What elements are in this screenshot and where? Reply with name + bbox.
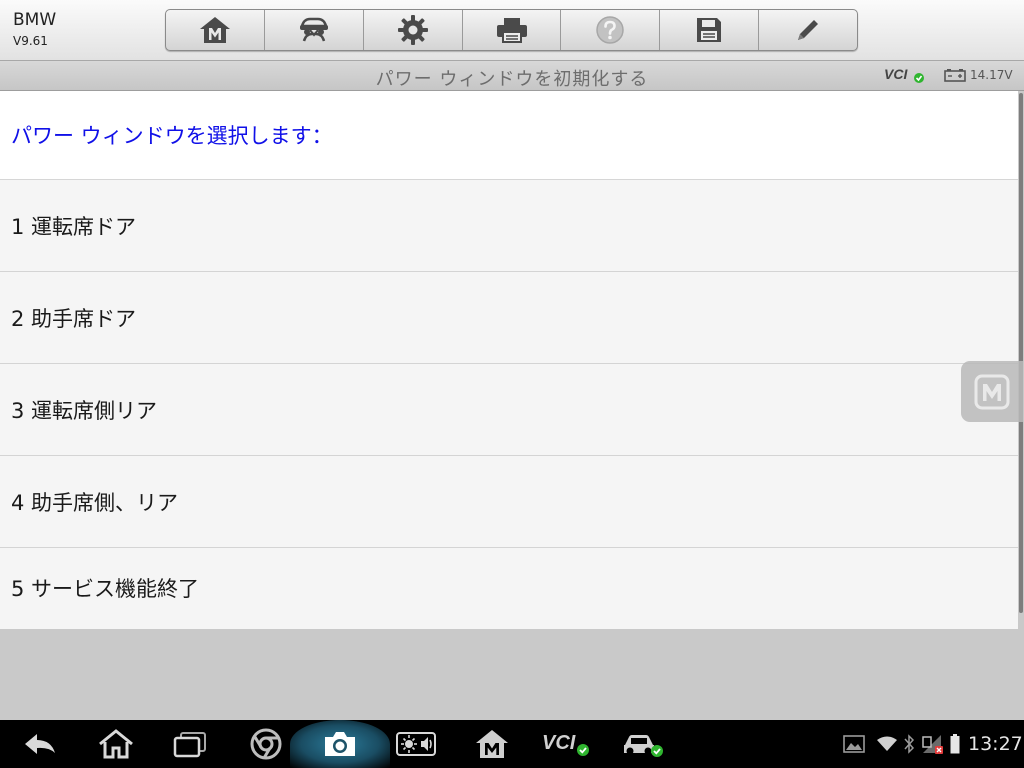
gallery-notification (842, 720, 866, 768)
recent-apps-button[interactable] (168, 720, 212, 768)
wifi-icon (877, 736, 897, 751)
bluetooth-icon (904, 734, 915, 754)
settings-button[interactable] (364, 10, 463, 50)
camera-icon (325, 732, 355, 756)
vci-connected-icon: VCI (884, 66, 924, 83)
app-header: BMW V9.61 (0, 0, 1024, 61)
vehicle-swap-icon (299, 17, 328, 42)
brand-block: BMW V9.61 (13, 10, 56, 49)
home-m-icon (199, 17, 230, 43)
brightness-volume-icon (396, 732, 436, 756)
list-item-passenger-door[interactable]: 2 助手席ドア (0, 272, 1018, 364)
save-icon (697, 18, 722, 42)
battery-level (948, 720, 962, 768)
signal-status (920, 720, 946, 768)
list-item-exit-service[interactable]: 5 サービス機能終了 (0, 548, 1018, 628)
page-title: パワー ウィンドウを初期化する (375, 69, 649, 90)
no-signal-icon (922, 735, 943, 754)
app-version: V9.61 (13, 34, 48, 48)
vci-status: VCI (884, 66, 926, 88)
status-clock: 13:27 (968, 733, 1023, 755)
maxisys-home-button[interactable] (470, 720, 514, 768)
vehicle-status-button[interactable] (620, 720, 666, 768)
selection-list: パワー ウィンドウを選択します： 1 運転席ドア 2 助手席ドア 3 運転席側リ… (0, 91, 1018, 629)
scrollbar[interactable] (1019, 93, 1023, 613)
car-connected-icon (624, 735, 663, 757)
gear-icon (397, 15, 428, 45)
list-item-driver-door[interactable]: 1 運転席ドア (0, 180, 1018, 272)
maxisys-m-icon (476, 730, 508, 758)
vci-manager-button[interactable]: VCI (538, 720, 594, 768)
vci-manager-icon: VCI (542, 732, 589, 756)
pencil-icon (798, 20, 819, 40)
help-icon (596, 16, 625, 44)
image-icon (843, 735, 865, 753)
floating-home-button[interactable] (961, 361, 1023, 422)
browser-button[interactable] (244, 720, 288, 768)
print-button[interactable] (463, 10, 562, 50)
home-button[interactable] (166, 10, 265, 50)
wifi-status (876, 720, 898, 768)
main-toolbar (165, 9, 858, 51)
printer-icon (496, 18, 527, 43)
brand-name: BMW (13, 10, 57, 30)
back-icon (25, 734, 55, 754)
back-button[interactable] (18, 720, 62, 768)
list-item-passenger-rear[interactable]: 4 助手席側、リア (0, 456, 1018, 548)
car-battery-icon (944, 69, 966, 82)
bluetooth-status (902, 720, 916, 768)
battery-status: 14.17V (944, 68, 1013, 82)
help-button[interactable] (561, 10, 661, 50)
nav-vci-label: VCI (542, 732, 576, 754)
home-icon (99, 729, 133, 759)
list-item-driver-rear[interactable]: 3 運転席側リア (0, 364, 1018, 456)
function-title-bar: パワー ウィンドウを初期化する VCI 14.17V (0, 61, 1024, 91)
home-nav-button[interactable] (94, 720, 138, 768)
display-settings-button[interactable] (394, 720, 438, 768)
battery-voltage: 14.17V (970, 68, 1013, 82)
selection-prompt: パワー ウィンドウを選択します： (0, 91, 1018, 180)
battery-icon (950, 734, 960, 754)
save-button[interactable] (660, 10, 760, 50)
edit-button[interactable] (759, 10, 857, 50)
recent-apps-icon (173, 732, 206, 758)
chrome-icon (250, 728, 282, 760)
vehicle-swap-button[interactable] (265, 10, 364, 50)
floating-m-icon (974, 374, 1010, 409)
vci-label: VCI (884, 66, 908, 82)
screenshot-button[interactable] (318, 720, 362, 768)
